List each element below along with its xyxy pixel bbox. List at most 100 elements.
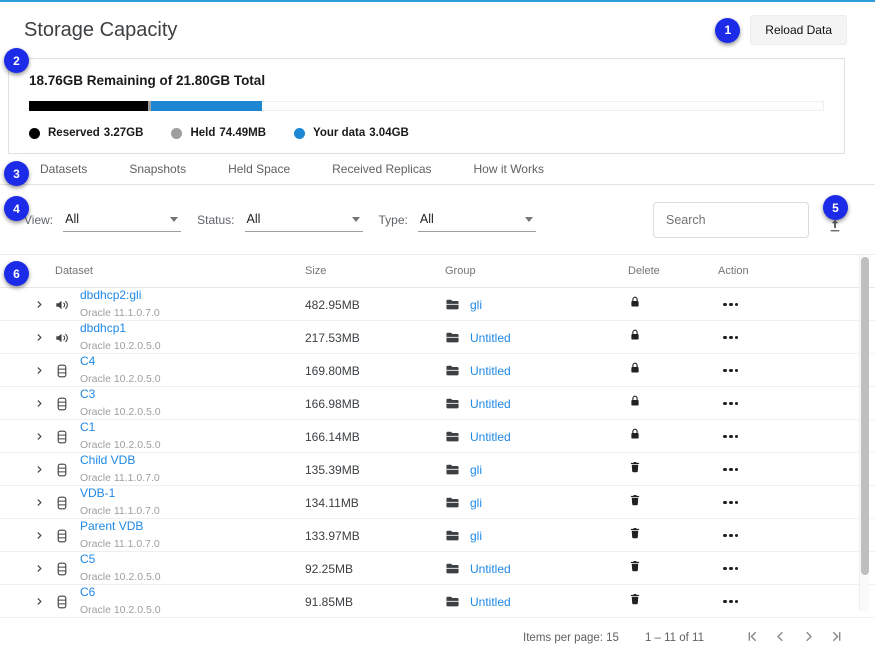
column-header-action: Action (710, 265, 824, 277)
dataset-version: Oracle 10.2.0.5.0 (80, 340, 161, 352)
more-actions-button[interactable] (720, 530, 742, 542)
scrollbar-thumb[interactable] (861, 257, 869, 575)
last-page-button[interactable] (828, 628, 845, 648)
dataset-link[interactable]: C6 (80, 586, 305, 600)
group-link[interactable]: Untitled (470, 364, 511, 378)
callout-badge-2: 2 (4, 48, 29, 73)
table-row: C1Oracle 10.2.0.5.0 166.14MB Untitled (0, 420, 875, 453)
callout-badge-4: 4 (4, 196, 29, 221)
group-link[interactable]: gli (470, 496, 482, 510)
more-actions-button[interactable] (720, 365, 742, 377)
delete-button[interactable] (628, 493, 642, 510)
dataset-link[interactable]: VDB-1 (80, 487, 305, 501)
reload-data-button[interactable]: Reload Data (750, 15, 847, 45)
delete-button[interactable] (628, 559, 642, 576)
more-actions-button[interactable] (720, 464, 742, 476)
delete-button[interactable] (628, 460, 642, 477)
dataset-link[interactable]: C1 (80, 421, 305, 435)
size-value: 91.85MB (305, 595, 445, 609)
capacity-summary-card: 18.76GB Remaining of 21.80GB Total Reser… (8, 58, 845, 154)
dataset-link[interactable]: dbdhcp2:gli (80, 289, 305, 303)
more-actions-button[interactable] (720, 332, 742, 344)
callout-badge-1: 1 (715, 18, 740, 43)
dataset-link[interactable]: C4 (80, 355, 305, 369)
next-page-button[interactable] (800, 628, 817, 648)
table-row: Child VDBOracle 11.1.0.7.0 135.39MB gli (0, 453, 875, 486)
reserved-dot-icon (29, 128, 40, 139)
expand-row-button[interactable] (24, 430, 54, 443)
dataset-link[interactable]: C3 (80, 388, 305, 402)
group-link[interactable]: Untitled (470, 331, 511, 345)
delete-button[interactable] (628, 526, 642, 543)
lock-icon (620, 328, 710, 347)
chevron-right-icon (33, 529, 46, 542)
more-actions-button[interactable] (720, 596, 742, 608)
items-per-page: Items per page: 15 (523, 632, 619, 644)
dataset-version: Oracle 10.2.0.5.0 (80, 406, 161, 418)
next-page-icon (800, 628, 817, 645)
table-header-row: Dataset Size Group Delete Action (0, 255, 875, 288)
dataset-version: Oracle 10.2.0.5.0 (80, 571, 161, 583)
vdb-icon (54, 528, 80, 544)
more-actions-button[interactable] (720, 398, 742, 410)
dataset-version: Oracle 11.1.0.7.0 (80, 472, 160, 484)
table-row: Parent VDBOracle 11.1.0.7.0 133.97MB gli (0, 519, 875, 552)
capacity-legend: Reserved3.27GB Held74.49MB Your data3.04… (29, 127, 824, 139)
group-link[interactable]: gli (470, 298, 482, 312)
view-filter-select[interactable]: All (63, 208, 181, 232)
dsource-icon (54, 297, 80, 313)
first-page-button[interactable] (744, 628, 761, 648)
group-link[interactable]: Untitled (470, 397, 511, 411)
folder-icon (445, 462, 460, 477)
table-row: C6Oracle 10.2.0.5.0 91.85MB Untitled (0, 585, 875, 618)
expand-row-button[interactable] (24, 562, 54, 575)
filter-toolbar: View: All Status: All Type: All (0, 185, 875, 255)
more-actions-button[interactable] (720, 431, 742, 443)
dsource-icon (54, 330, 80, 346)
pagination-bar: Items per page: 15 1 – 11 of 11 (0, 618, 875, 656)
dataset-link[interactable]: C5 (80, 553, 305, 567)
expand-row-button[interactable] (24, 397, 54, 410)
group-link[interactable]: gli (470, 463, 482, 477)
view-filter: View: All (24, 208, 181, 232)
status-filter-select[interactable]: All (245, 208, 363, 232)
type-filter-select[interactable]: All (418, 208, 536, 232)
your-data-dot-icon (294, 128, 305, 139)
group-link[interactable]: Untitled (470, 430, 511, 444)
expand-row-button[interactable] (24, 496, 54, 509)
storage-capacity-page: 2 3 4 5 6 Storage Capacity 1 Reload Data… (0, 0, 875, 656)
expand-row-button[interactable] (24, 529, 54, 542)
expand-row-button[interactable] (24, 595, 54, 608)
size-value: 133.97MB (305, 529, 445, 543)
status-filter: Status: All (197, 208, 362, 232)
legend-held: Held74.49MB (171, 127, 266, 139)
expand-row-button[interactable] (24, 298, 54, 311)
chevron-right-icon (33, 430, 46, 443)
tab-how-it-works[interactable]: How it Works (474, 162, 544, 176)
dataset-link[interactable]: Parent VDB (80, 520, 305, 534)
expand-row-button[interactable] (24, 364, 54, 377)
more-actions-button[interactable] (720, 563, 742, 575)
search-input[interactable] (653, 202, 809, 238)
previous-page-button[interactable] (772, 628, 789, 648)
tab-received-replicas[interactable]: Received Replicas (332, 162, 431, 176)
vertical-scrollbar[interactable] (859, 255, 869, 611)
tab-held-space[interactable]: Held Space (228, 162, 290, 176)
group-link[interactable]: Untitled (470, 595, 511, 609)
more-actions-button[interactable] (720, 299, 742, 311)
tab-snapshots[interactable]: Snapshots (129, 162, 186, 176)
tab-datasets[interactable]: Datasets (40, 162, 87, 176)
dataset-version: Oracle 10.2.0.5.0 (80, 373, 161, 385)
legend-reserved: Reserved3.27GB (29, 127, 143, 139)
dataset-link[interactable]: dbdhcp1 (80, 322, 305, 336)
held-dot-icon (171, 128, 182, 139)
expand-row-button[interactable] (24, 463, 54, 476)
delete-button[interactable] (628, 592, 642, 609)
expand-row-button[interactable] (24, 331, 54, 344)
chevron-right-icon (33, 298, 46, 311)
group-link[interactable]: Untitled (470, 562, 511, 576)
more-actions-button[interactable] (720, 497, 742, 509)
group-link[interactable]: gli (470, 529, 482, 543)
size-value: 92.25MB (305, 562, 445, 576)
dataset-link[interactable]: Child VDB (80, 454, 305, 468)
